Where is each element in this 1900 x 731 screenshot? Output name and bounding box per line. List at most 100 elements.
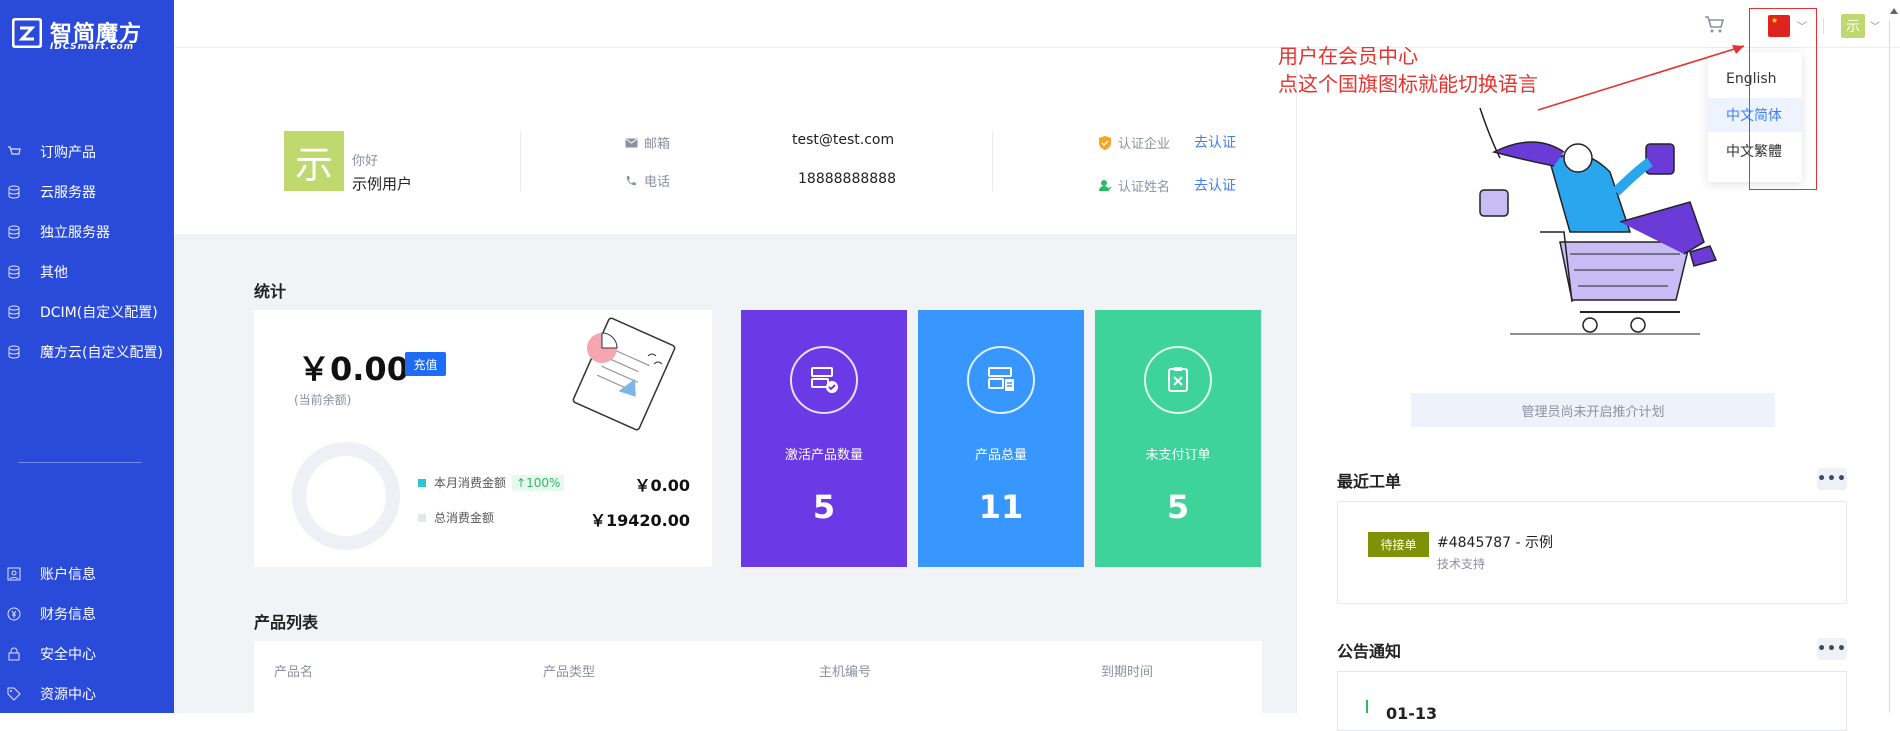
sidebar-item-label: 独立服务器 (40, 225, 110, 241)
tag-icon (6, 686, 22, 702)
email-label-text: 邮箱 (644, 137, 671, 152)
phone-value: 18888888888 (798, 171, 896, 187)
phone-icon (624, 174, 638, 188)
sidebar-item-label: 其他 (40, 265, 68, 281)
active-products-card[interactable]: 激活产品数量 5 (741, 310, 907, 567)
spending-donut-chart (292, 442, 400, 550)
sidebar-item-mofang-cloud[interactable]: 魔方云(自定义配置) (0, 337, 174, 367)
scrollbar-track[interactable] (1889, 20, 1890, 713)
divider (992, 131, 993, 191)
annotation-text-line1: 用户在会员中心 (1278, 44, 1418, 68)
sidebar-divider (18, 462, 142, 463)
phone-label: 电话 (624, 171, 670, 190)
user-card-icon (6, 566, 22, 582)
sidebar-item-finance[interactable]: 财务信息 (0, 599, 174, 629)
sidebar-item-dedicated-server[interactable]: 独立服务器 (0, 217, 174, 247)
lock-icon (6, 646, 22, 662)
sidebar-item-label: DCIM(自定义配置) (40, 305, 158, 321)
database-icon (6, 184, 22, 200)
stat-label: 未支付订单 (1145, 448, 1211, 463)
total-products-card[interactable]: 产品总量 11 (918, 310, 1084, 567)
database-icon (6, 224, 22, 240)
tickets-more-button[interactable]: ••• (1817, 468, 1847, 490)
annotation-arrow-icon (1537, 45, 1745, 111)
logo-mark-icon (12, 18, 42, 48)
column-header-expiry[interactable]: 到期时间 (1101, 661, 1153, 680)
total-spend-label: 总消费金额 (434, 511, 495, 525)
user-avatar-large: 示 (284, 131, 344, 191)
product-list-title: 产品列表 (254, 613, 319, 632)
stats-title: 统计 (254, 282, 287, 301)
stat-value: 5 (1166, 488, 1190, 526)
announcements-title: 公告通知 (1337, 642, 1402, 661)
stat-value: 5 (812, 488, 836, 526)
user-check-icon (1098, 179, 1112, 193)
user-name: 示例用户 (352, 175, 413, 193)
column-header-host-id[interactable]: 主机编号 (819, 661, 871, 680)
sidebar-item-resources[interactable]: 资源中心 (0, 679, 174, 709)
sidebar-item-label: 云服务器 (40, 185, 96, 201)
column-header-product-name[interactable]: 产品名 (274, 661, 313, 680)
realname-label-text: 认证姓名 (1118, 180, 1171, 195)
annotation-text-line2: 点这个国旗图标就能切换语言 (1278, 72, 1538, 96)
greeting: 你好 (352, 154, 379, 169)
server-list-icon (967, 346, 1035, 414)
document-chart-illustration (572, 317, 676, 431)
announcements-more-button[interactable]: ••• (1817, 638, 1847, 660)
sidebar-item-cloud-server[interactable]: 云服务器 (0, 177, 174, 207)
sidebar-item-label: 资源中心 (40, 687, 96, 703)
ticket-status-badge: 待接单 (1368, 532, 1429, 557)
topbar-separator (1823, 18, 1824, 34)
legend-swatch (418, 478, 426, 487)
server-check-icon (790, 346, 858, 414)
sidebar: 智简魔方 IDCSmart.com 订购产品 云服务器 独立服务器 其他 DCI… (0, 0, 174, 713)
balance-subtitle: (当前余额) (294, 393, 352, 407)
company-verify-link[interactable]: 去认证 (1194, 132, 1236, 152)
sidebar-item-other[interactable]: 其他 (0, 257, 174, 287)
ticket-title[interactable]: #4845787 - 示例 (1437, 532, 1553, 552)
total-spend-legend: 总消费金额 (418, 509, 494, 526)
shopping-cart-icon[interactable] (1703, 14, 1725, 36)
total-spend-amount: ￥19420.00 (589, 511, 690, 530)
unpaid-orders-card[interactable]: 未支付订单 5 (1095, 310, 1261, 567)
legend-swatch (418, 513, 426, 522)
stat-label: 产品总量 (974, 448, 1027, 463)
clipboard-x-icon (1144, 346, 1212, 414)
cart-icon (6, 144, 22, 160)
column-header-product-type[interactable]: 产品类型 (543, 661, 595, 680)
sidebar-item-label: 账户信息 (40, 567, 96, 583)
realname-auth-label: 认证姓名 (1098, 176, 1170, 195)
company-auth-label: 认证企业 (1098, 133, 1170, 152)
stat-value: 11 (978, 488, 1024, 526)
mail-icon (624, 136, 638, 150)
email-label: 邮箱 (624, 133, 670, 152)
sidebar-item-label: 安全中心 (40, 647, 96, 663)
sidebar-item-label: 魔方云(自定义配置) (40, 345, 163, 361)
chevron-down-icon[interactable]: ﹀ (1870, 18, 1880, 33)
realname-verify-link[interactable]: 去认证 (1194, 175, 1236, 195)
announcement-date: 01-13 (1386, 704, 1438, 723)
phone-label-text: 电话 (644, 175, 671, 190)
recharge-button[interactable]: 充值 (405, 352, 446, 376)
stat-label: 激活产品数量 (784, 448, 863, 463)
yen-icon (6, 606, 22, 622)
month-spend-amount: ￥0.00 (634, 476, 690, 495)
sidebar-item-order-products[interactable]: 订购产品 (0, 137, 174, 167)
referral-notice: 管理员尚未开启推介计划 (1411, 393, 1775, 427)
sidebar-item-security[interactable]: 安全中心 (0, 639, 174, 669)
sidebar-item-label: 订购产品 (40, 145, 96, 161)
sidebar-item-dcim[interactable]: DCIM(自定义配置) (0, 297, 174, 327)
user-avatar[interactable]: 示 (1841, 14, 1865, 38)
company-label-text: 认证企业 (1118, 137, 1171, 152)
scroll-up-icon[interactable] (1890, 8, 1898, 14)
database-icon (6, 304, 22, 320)
shield-icon (1098, 135, 1112, 150)
brand-sub: IDCSmart.com (50, 42, 135, 52)
sidebar-item-label: 财务信息 (40, 607, 96, 623)
ticket-department: 技术支持 (1437, 557, 1486, 571)
divider (520, 131, 521, 191)
recent-tickets-title: 最近工单 (1337, 472, 1402, 491)
sidebar-item-account[interactable]: 账户信息 (0, 559, 174, 589)
balance-amount: ￥0.00 (298, 350, 409, 388)
brand-logo[interactable]: 智简魔方 IDCSmart.com (12, 14, 172, 54)
